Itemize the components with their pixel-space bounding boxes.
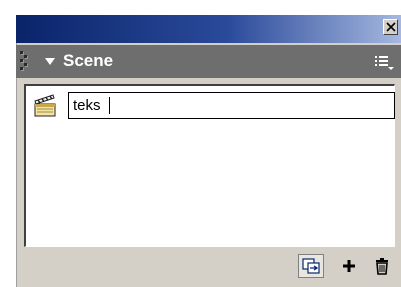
delete-scene-button[interactable] bbox=[369, 254, 395, 278]
clapperboard-icon bbox=[34, 94, 56, 117]
drag-grip-icon[interactable] bbox=[20, 51, 28, 73]
scene-panel-window: Scene bbox=[0, 0, 401, 287]
panel-options-menu-icon[interactable] bbox=[373, 52, 395, 72]
scene-name-input[interactable] bbox=[68, 92, 395, 119]
triangle-down-icon[interactable] bbox=[44, 57, 56, 66]
panel-title[interactable]: Scene bbox=[63, 50, 113, 72]
close-button[interactable] bbox=[383, 19, 398, 35]
duplicate-scene-icon bbox=[302, 258, 320, 274]
text-caret bbox=[109, 97, 110, 114]
add-scene-button[interactable] bbox=[336, 254, 362, 278]
plus-icon bbox=[343, 260, 355, 272]
duplicate-scene-button[interactable] bbox=[298, 254, 324, 278]
close-icon bbox=[386, 22, 396, 32]
trash-icon bbox=[376, 258, 388, 275]
window-title-bar[interactable] bbox=[16, 15, 401, 43]
